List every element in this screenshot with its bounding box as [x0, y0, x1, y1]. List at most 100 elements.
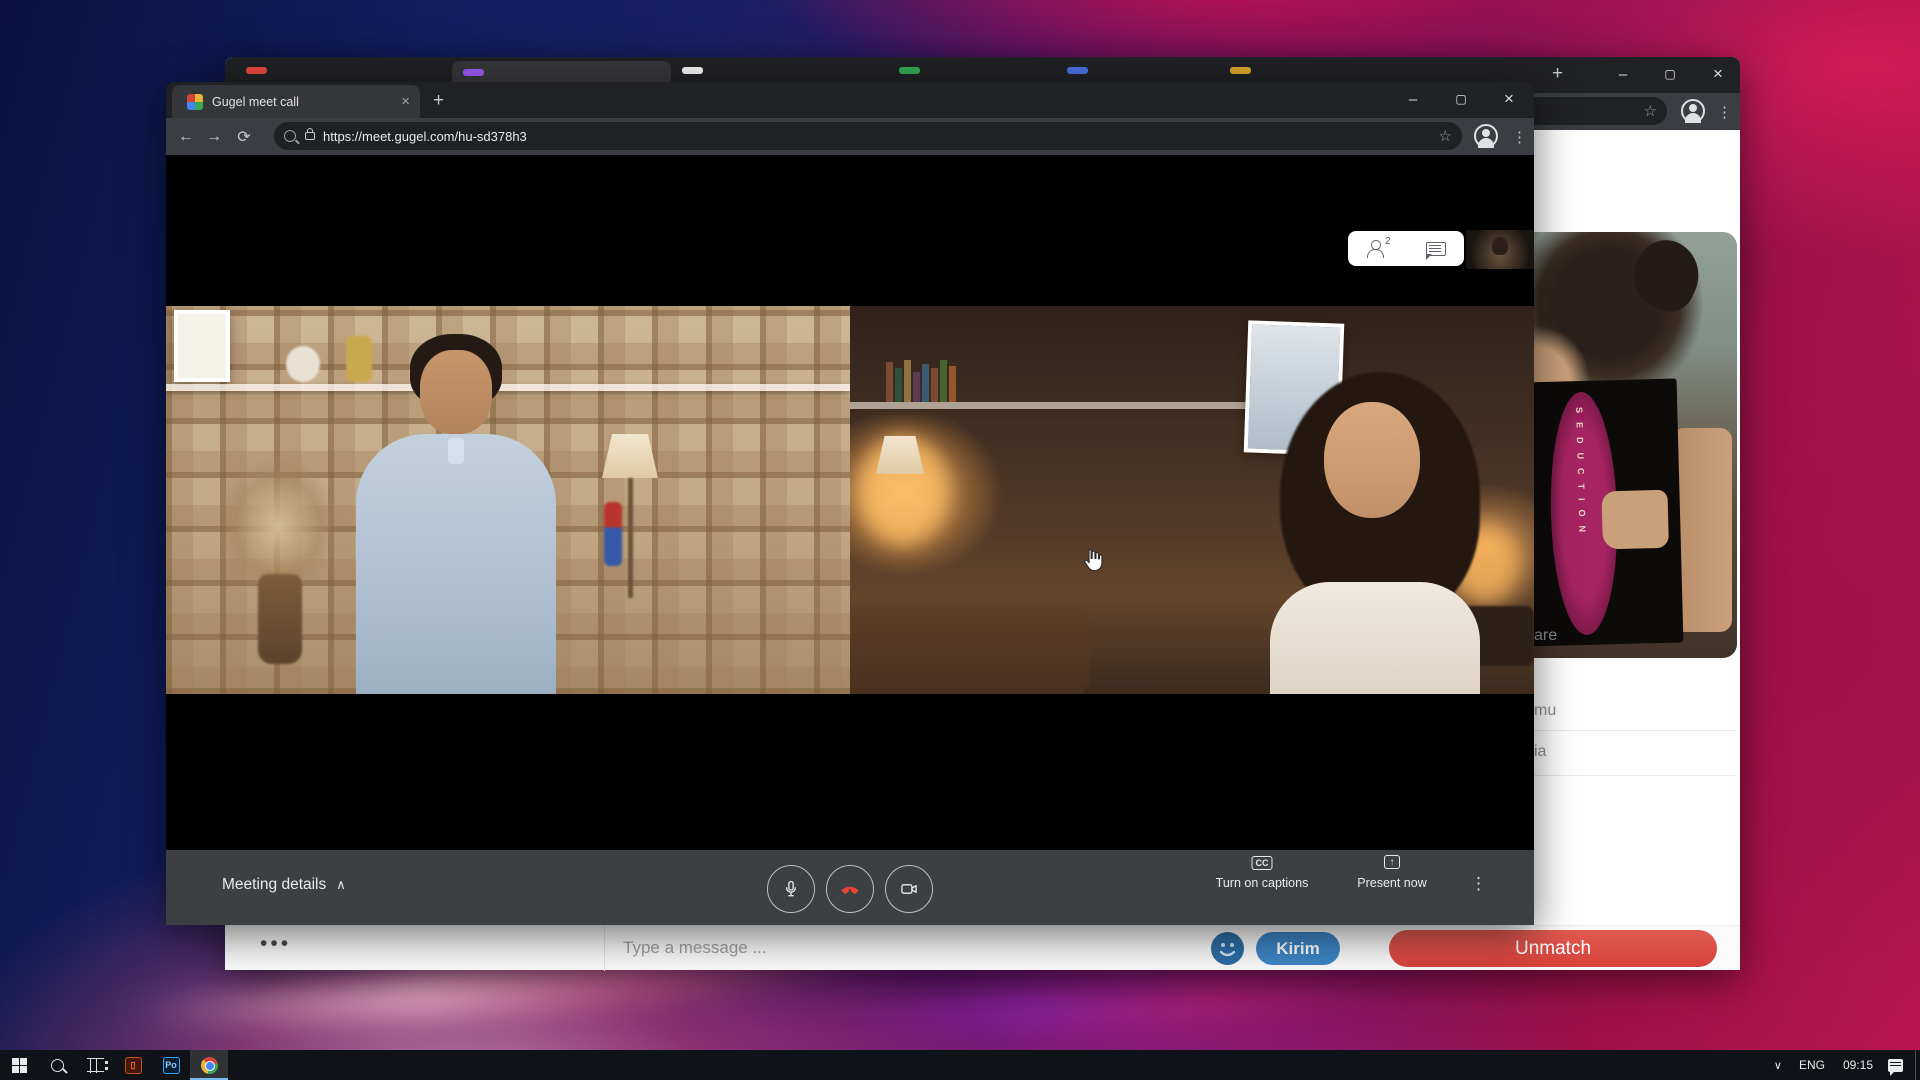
minimize-button[interactable]: – — [1608, 61, 1638, 87]
task-view-icon — [86, 1058, 108, 1073]
chevron-up-icon: ∧ — [336, 877, 346, 892]
participants-count: 2 — [1384, 235, 1391, 247]
taskbar: ▯ Po ∨ ENG 09:15 — [0, 1050, 1920, 1080]
taskbar-app-po[interactable]: Po — [152, 1050, 190, 1080]
po-app-icon: Po — [162, 1056, 180, 1074]
maximize-button[interactable]: ▢ — [1446, 86, 1476, 112]
shelf-decor — [286, 346, 320, 382]
task-view-button[interactable] — [76, 1050, 114, 1080]
taskbar-chrome-button[interactable] — [190, 1050, 228, 1080]
list-divider — [1534, 775, 1736, 776]
tab-close-icon[interactable]: × — [399, 93, 412, 110]
lamp-pole — [628, 478, 633, 598]
tab-title: Gugel meet call — [212, 94, 299, 109]
language-indicator[interactable]: ENG — [1790, 1058, 1834, 1072]
present-label[interactable]: Present now — [1357, 876, 1426, 890]
hand-cursor — [1080, 546, 1106, 579]
tab-favicon[interactable] — [1067, 67, 1088, 74]
back-icon[interactable]: ← — [174, 125, 198, 149]
self-view-thumbnail[interactable] — [1466, 230, 1534, 269]
bookmark-star-icon[interactable]: ☆ — [1439, 127, 1452, 145]
meet-favicon — [187, 93, 203, 110]
refresh-icon[interactable]: ⟳ — [232, 125, 256, 149]
show-desktop-button[interactable] — [1915, 1050, 1920, 1080]
participant-video-woman — [850, 306, 1534, 694]
maximize-button[interactable]: ▢ — [1655, 61, 1685, 87]
participant-video-man — [166, 306, 850, 694]
hang-up-button[interactable] — [826, 865, 874, 913]
shelf-decor — [346, 336, 372, 382]
figurine — [604, 502, 622, 566]
tab-favicon[interactable] — [463, 69, 484, 76]
profile-icon[interactable] — [1474, 124, 1498, 148]
meeting-details-label: Meeting details — [222, 876, 327, 893]
bookmark-star-icon[interactable]: ☆ — [1644, 102, 1657, 120]
clock[interactable]: 09:15 — [1834, 1058, 1882, 1072]
forward-icon[interactable]: → — [202, 125, 226, 149]
typing-indicator: ••• — [260, 932, 292, 955]
send-button[interactable]: Kirim — [1256, 932, 1340, 965]
taskbar-app-orange[interactable]: ▯ — [114, 1050, 152, 1080]
lock-icon — [305, 128, 315, 140]
list-item[interactable]: mu — [1534, 702, 1556, 720]
camera-off-button[interactable] — [885, 865, 933, 913]
bookshelf — [850, 402, 1270, 409]
close-button[interactable]: × — [1703, 61, 1733, 87]
participants-icon[interactable]: 2 — [1366, 236, 1391, 258]
action-center-icon[interactable] — [1888, 1058, 1903, 1076]
shirt-collar — [448, 438, 464, 464]
meeting-details-button[interactable]: Meeting details ∧ — [222, 876, 346, 894]
meet-browser-window: Gugel meet call × + – ▢ × ← → ⟳ https://… — [166, 82, 1534, 925]
search-icon — [284, 130, 296, 142]
new-tab-button[interactable]: + — [1552, 63, 1563, 85]
girl-hand — [1600, 489, 1670, 550]
tab-favicon[interactable] — [1230, 67, 1251, 74]
minimize-button[interactable]: – — [1398, 86, 1428, 112]
meet-control-bar: Meeting details ∧ CC Turn on captions ↑ … — [166, 850, 1534, 925]
woman-top — [1270, 582, 1480, 694]
self-view-silhouette — [1492, 237, 1508, 255]
sofa — [850, 606, 1090, 694]
chat-input-bar: ••• Kirim Unmatch — [225, 925, 1740, 971]
present-arrow: ↑ — [1389, 856, 1395, 868]
orange-app-icon: ▯ — [124, 1056, 142, 1074]
message-input[interactable] — [623, 928, 1183, 968]
shelf — [166, 384, 850, 391]
new-tab-button[interactable]: + — [433, 90, 444, 112]
tab-favicon[interactable] — [899, 67, 920, 74]
man-shirt — [356, 434, 556, 694]
man-face — [420, 350, 492, 434]
tab-favicon[interactable] — [682, 67, 703, 74]
captions-label[interactable]: Turn on captions — [1216, 876, 1309, 890]
chat-bar-divider — [604, 926, 605, 971]
close-button[interactable]: × — [1494, 86, 1524, 112]
url-text: https://meet.gugel.com/hu-sd378h3 — [323, 128, 527, 144]
meet-side-panel-toggle: 2 — [1348, 231, 1464, 266]
list-divider — [1534, 730, 1736, 731]
present-icon[interactable]: ↑ — [1384, 855, 1400, 869]
meet-tab[interactable]: Gugel meet call × — [172, 85, 420, 118]
address-bar[interactable]: https://meet.gugel.com/hu-sd378h3 ☆ — [274, 122, 1462, 150]
emoji-icon[interactable] — [1211, 932, 1244, 965]
meet-video-area: 2 — [166, 155, 1534, 850]
table-lamp — [602, 434, 658, 478]
tab-favicon[interactable] — [246, 67, 267, 74]
flower-vase — [258, 574, 302, 664]
windows-logo-icon — [11, 1057, 27, 1073]
unmatch-button[interactable]: Unmatch — [1389, 930, 1717, 967]
meet-toolbar: ← → ⟳ https://meet.gugel.com/hu-sd378h3 … — [166, 118, 1534, 155]
start-button[interactable] — [0, 1050, 38, 1080]
taskbar-search-button[interactable] — [38, 1050, 76, 1080]
meet-chat-icon[interactable] — [1425, 241, 1446, 260]
more-options-icon[interactable]: ⋮ — [1470, 874, 1487, 894]
chrome-icon — [200, 1056, 218, 1074]
browser-menu-icon[interactable]: ⋮ — [1717, 103, 1732, 121]
profile-icon[interactable] — [1681, 99, 1705, 123]
captions-icon[interactable]: CC — [1251, 856, 1273, 870]
list-item[interactable]: are — [1534, 627, 1557, 645]
taskbar-tray: ∨ ENG 09:15 — [1766, 1050, 1920, 1080]
mute-microphone-button[interactable] — [767, 865, 815, 913]
tray-chevron-icon[interactable]: ∨ — [1766, 1059, 1790, 1072]
list-item[interactable]: ia — [1534, 743, 1546, 761]
browser-menu-icon[interactable]: ⋮ — [1512, 128, 1527, 146]
